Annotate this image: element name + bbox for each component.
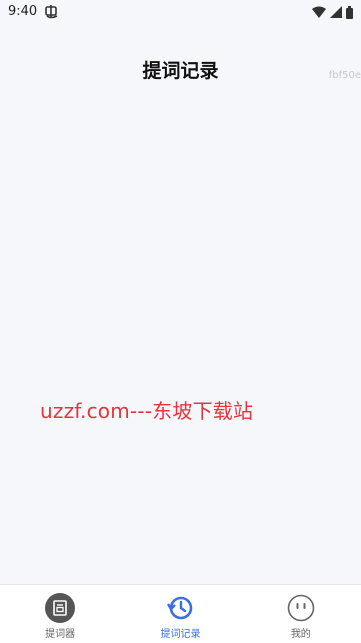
profile-face-icon — [287, 594, 315, 622]
bottom-tab-bar: 提词器 提词记录 我的 — [0, 584, 361, 643]
status-bar: 9:40 — [0, 0, 361, 24]
wifi-icon — [312, 6, 326, 18]
debug-code-label: fbf50e — [328, 70, 361, 81]
tab-profile[interactable]: 我的 — [241, 585, 361, 643]
app-notification-icon — [45, 5, 58, 19]
tab-history[interactable]: 提词记录 — [120, 585, 240, 643]
status-indicators — [312, 5, 353, 19]
cellular-signal-icon — [330, 6, 342, 18]
tab-teleprompter[interactable]: 提词器 — [0, 585, 120, 643]
status-time: 9:40 — [8, 4, 38, 19]
page-title: 提词记录 — [142, 60, 219, 82]
teleprompter-icon — [45, 593, 76, 623]
battery-icon — [346, 5, 353, 19]
tab-profile-label: 我的 — [290, 629, 311, 640]
tab-teleprompter-label: 提词器 — [45, 629, 76, 640]
history-icon — [167, 596, 193, 620]
tab-history-label: 提词记录 — [160, 629, 201, 640]
watermark-text: uzzf.com---东坡下载站 — [40, 399, 254, 423]
